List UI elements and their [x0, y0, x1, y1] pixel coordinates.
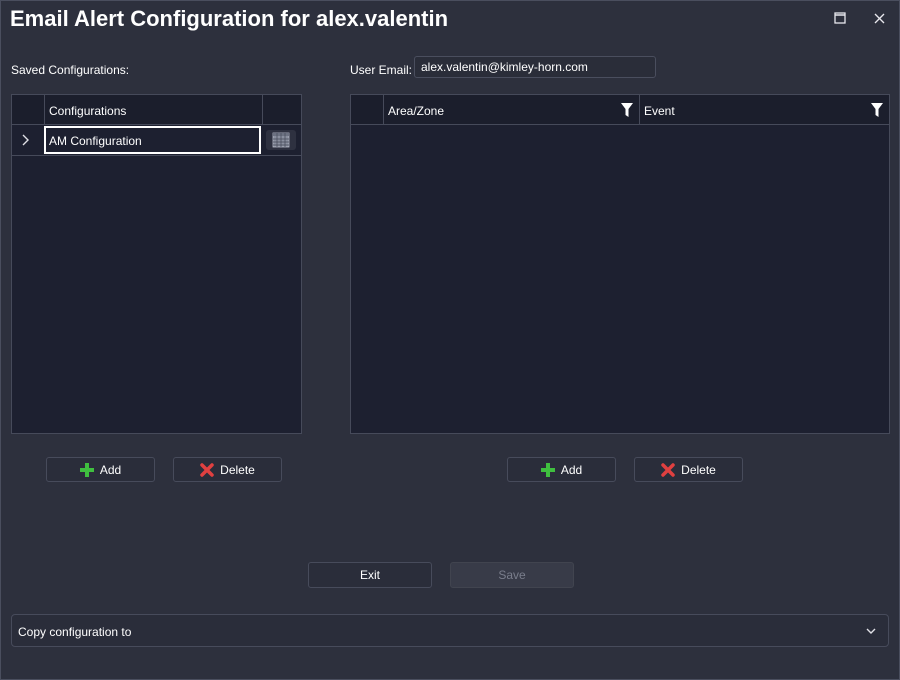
- alerts-grid[interactable]: Area/Zone Event: [350, 94, 890, 434]
- exit-label: Exit: [359, 568, 380, 582]
- user-email-field[interactable]: [414, 56, 656, 78]
- event-filter-button[interactable]: [871, 103, 883, 122]
- maximize-button[interactable]: [829, 7, 851, 29]
- configurations-grid-header: Configurations: [12, 95, 301, 125]
- plus-icon: [79, 462, 94, 477]
- area-zone-column-header[interactable]: Area/Zone: [388, 104, 444, 118]
- configurations-grid[interactable]: Configurations AM Configuration: [11, 94, 302, 434]
- add-alert-button[interactable]: Add: [507, 457, 616, 482]
- copy-configuration-dropdown[interactable]: Copy configuration to: [11, 614, 889, 647]
- alerts-grid-header: Area/Zone Event: [351, 95, 889, 125]
- plus-icon: [540, 462, 555, 477]
- save-label: Save: [498, 568, 526, 582]
- email-alert-config-window: Email Alert Configuration for alex.valen…: [0, 0, 900, 680]
- delete-configuration-button[interactable]: Delete: [173, 457, 282, 482]
- table-row[interactable]: AM Configuration: [12, 125, 301, 156]
- save-button[interactable]: Save: [450, 562, 574, 588]
- filter-icon: [871, 103, 883, 117]
- table-icon: [272, 132, 290, 148]
- configuration-name-cell[interactable]: AM Configuration: [44, 126, 261, 154]
- event-column-header[interactable]: Event: [644, 104, 675, 118]
- delete-alert-button[interactable]: Delete: [634, 457, 743, 482]
- filter-icon: [621, 103, 633, 117]
- add-configuration-label: Add: [99, 462, 122, 477]
- x-icon: [661, 462, 675, 477]
- add-alert-label: Add: [560, 462, 583, 477]
- window-title: Email Alert Configuration for alex.valen…: [10, 6, 449, 31]
- close-button[interactable]: [868, 7, 890, 29]
- saved-configurations-label: Saved Configurations:: [11, 63, 130, 77]
- chevron-down-icon: [866, 628, 876, 634]
- area-zone-filter-button[interactable]: [621, 103, 633, 122]
- chevron-right-icon: [22, 134, 29, 146]
- configurations-column-header[interactable]: Configurations: [49, 104, 126, 118]
- copy-configuration-label: Copy configuration to: [18, 625, 132, 639]
- x-icon: [200, 462, 214, 477]
- maximize-icon: [834, 12, 846, 24]
- exit-button[interactable]: Exit: [308, 562, 432, 588]
- expand-row-button[interactable]: [20, 133, 30, 151]
- close-icon: [874, 13, 884, 23]
- add-configuration-button[interactable]: Add: [46, 457, 155, 482]
- delete-configuration-label: Delete: [220, 462, 255, 477]
- delete-alert-label: Delete: [681, 462, 716, 477]
- row-details-button[interactable]: [266, 130, 296, 150]
- user-email-label: User Email:: [350, 63, 413, 77]
